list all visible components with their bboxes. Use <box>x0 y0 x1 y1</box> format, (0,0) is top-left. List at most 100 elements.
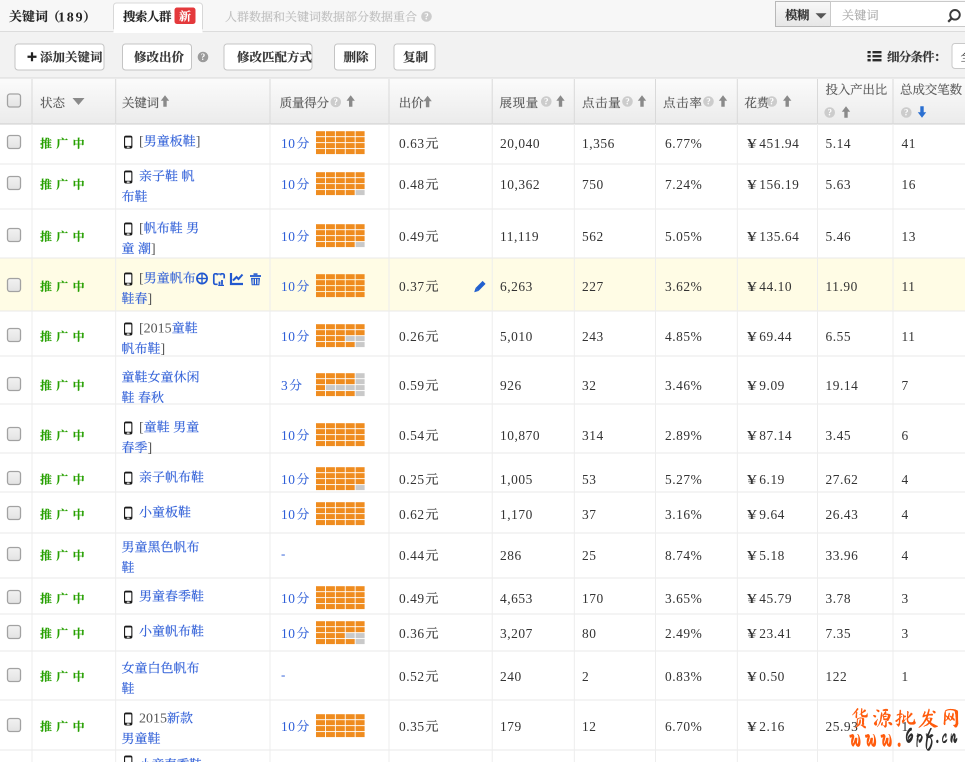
svg-text:53: 53 <box>582 472 597 487</box>
svg-text:0.50: 0.50 <box>759 669 785 684</box>
svg-text:189: 189 <box>58 11 84 26</box>
svg-text:19.14: 19.14 <box>826 378 859 393</box>
svg-text:5.27%: 5.27% <box>665 472 702 487</box>
svg-text:4,653: 4,653 <box>500 591 533 606</box>
svg-text:[: [ <box>139 222 144 237</box>
svg-text:10: 10 <box>281 719 296 734</box>
svg-text:10: 10 <box>281 136 296 151</box>
svg-text:¥: ¥ <box>747 177 758 192</box>
svg-text:?: ? <box>544 97 549 107</box>
svg-text:¥: ¥ <box>747 719 758 734</box>
svg-text:10: 10 <box>281 626 296 641</box>
svg-text:37: 37 <box>582 507 597 522</box>
svg-text:?: ? <box>201 52 206 62</box>
svg-text:10: 10 <box>281 279 296 294</box>
svg-text:1: 1 <box>902 669 909 684</box>
svg-text:3.16%: 3.16% <box>665 507 702 522</box>
svg-text:0.54: 0.54 <box>399 428 425 443</box>
svg-text:?: ? <box>424 12 429 22</box>
svg-text:?: ? <box>770 97 775 107</box>
svg-text:0.49: 0.49 <box>399 591 425 606</box>
svg-text:?: ? <box>334 97 339 107</box>
svg-text:0.48: 0.48 <box>399 177 425 192</box>
svg-text:286: 286 <box>500 548 522 563</box>
svg-text:227: 227 <box>582 279 604 294</box>
svg-text:11,119: 11,119 <box>500 229 539 244</box>
svg-text:80: 80 <box>582 626 597 641</box>
svg-text:¥: ¥ <box>747 591 758 606</box>
svg-text:]: ] <box>148 441 153 456</box>
svg-text:0.26: 0.26 <box>399 329 425 344</box>
svg-text:926: 926 <box>500 378 522 393</box>
svg-text:6: 6 <box>902 428 909 443</box>
svg-text:[: [ <box>139 135 144 150</box>
svg-text:11.90: 11.90 <box>826 279 858 294</box>
svg-text:451.94: 451.94 <box>759 136 799 151</box>
svg-text:0.44: 0.44 <box>399 548 425 563</box>
svg-text:¥: ¥ <box>747 378 758 393</box>
svg-text:25: 25 <box>582 548 597 563</box>
svg-text:6.19: 6.19 <box>759 472 785 487</box>
svg-text:5.14: 5.14 <box>826 136 852 151</box>
svg-text:10: 10 <box>281 329 296 344</box>
svg-text:122: 122 <box>826 669 848 684</box>
svg-text:750: 750 <box>582 177 604 192</box>
svg-text:562: 562 <box>582 229 604 244</box>
svg-text:41: 41 <box>902 136 917 151</box>
svg-text:0.49: 0.49 <box>399 229 425 244</box>
svg-text:0.35: 0.35 <box>399 719 425 734</box>
svg-text:¥: ¥ <box>747 229 758 244</box>
svg-text:1,356: 1,356 <box>582 136 615 151</box>
svg-text:0.52: 0.52 <box>399 669 425 684</box>
svg-text:3.65%: 3.65% <box>665 591 702 606</box>
svg-text:10: 10 <box>281 507 296 522</box>
svg-text:170: 170 <box>582 591 604 606</box>
svg-text:¥: ¥ <box>747 507 758 522</box>
svg-text:2: 2 <box>582 669 589 684</box>
svg-text:10,362: 10,362 <box>500 177 540 192</box>
svg-text:135.64: 135.64 <box>759 229 799 244</box>
svg-text:-: - <box>281 546 285 561</box>
svg-text:10: 10 <box>281 472 296 487</box>
svg-text:4: 4 <box>902 507 909 522</box>
svg-text:4: 4 <box>902 472 909 487</box>
svg-text:20,040: 20,040 <box>500 136 540 151</box>
svg-text:5.46: 5.46 <box>826 229 852 244</box>
svg-text:23.41: 23.41 <box>759 626 792 641</box>
svg-text:9.64: 9.64 <box>759 507 785 522</box>
svg-text:8.74%: 8.74% <box>665 548 702 563</box>
svg-text:9.09: 9.09 <box>759 378 785 393</box>
svg-text:?: ? <box>625 97 630 107</box>
svg-text:314: 314 <box>582 428 604 443</box>
svg-text:1,170: 1,170 <box>500 507 533 522</box>
svg-text:2.16: 2.16 <box>759 719 785 734</box>
svg-text:0.83%: 0.83% <box>665 669 702 684</box>
svg-text:179: 179 <box>500 719 522 734</box>
svg-text:0.62: 0.62 <box>399 507 425 522</box>
svg-text:5.05%: 5.05% <box>665 229 702 244</box>
svg-text:1,005: 1,005 <box>500 472 533 487</box>
svg-text:[2015: [2015 <box>139 322 172 337</box>
svg-text:?: ? <box>827 108 832 118</box>
svg-text:12: 12 <box>582 719 597 734</box>
svg-text:¥: ¥ <box>747 279 758 294</box>
svg-text:3.78: 3.78 <box>826 591 852 606</box>
svg-text:44.10: 44.10 <box>759 279 792 294</box>
svg-text:¥: ¥ <box>747 548 758 563</box>
svg-text:[: [ <box>139 272 144 287</box>
svg-text:¥: ¥ <box>747 626 758 641</box>
svg-text:0.37: 0.37 <box>399 279 425 294</box>
svg-text:13: 13 <box>902 229 917 244</box>
svg-text:10: 10 <box>281 229 296 244</box>
svg-text:10: 10 <box>281 591 296 606</box>
svg-text:11: 11 <box>902 329 916 344</box>
svg-text:6.77%: 6.77% <box>665 136 702 151</box>
svg-text:3: 3 <box>902 626 909 641</box>
svg-text:[: [ <box>139 421 144 436</box>
svg-text:?: ? <box>904 108 909 118</box>
svg-text:7.35: 7.35 <box>826 626 852 641</box>
svg-text:27.62: 27.62 <box>826 472 859 487</box>
svg-text:11: 11 <box>902 279 916 294</box>
svg-text:¥: ¥ <box>747 669 758 684</box>
svg-text:7.24%: 7.24% <box>665 177 702 192</box>
